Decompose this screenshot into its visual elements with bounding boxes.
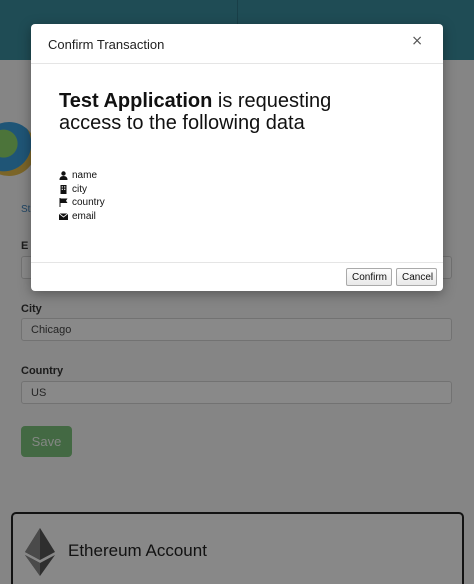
modal-header: Confirm Transaction × xyxy=(31,24,443,64)
requested-data-list: name city country email xyxy=(59,169,105,223)
list-item: email xyxy=(59,210,105,224)
cancel-button[interactable]: Cancel xyxy=(396,268,437,286)
modal-body: Test Application is requesting access to… xyxy=(31,65,443,262)
confirm-transaction-dialog: Confirm Transaction × Test Application i… xyxy=(31,24,443,291)
user-icon xyxy=(59,171,68,181)
building-icon xyxy=(59,184,68,194)
list-item-label: name xyxy=(72,170,98,181)
list-item: country xyxy=(59,196,105,210)
request-message: Test Application is requesting access to… xyxy=(59,90,389,134)
list-item-label: country xyxy=(72,197,105,208)
modal-footer: Confirm Cancel xyxy=(31,262,443,291)
list-item-label: city xyxy=(72,183,87,195)
confirm-button[interactable]: Confirm xyxy=(346,268,392,286)
close-button[interactable]: × xyxy=(411,34,423,48)
flag-icon xyxy=(59,198,68,208)
modal-title: Confirm Transaction xyxy=(48,37,165,52)
list-item: city xyxy=(59,183,105,197)
app-name: Test Application xyxy=(59,90,213,112)
envelope-icon xyxy=(59,212,68,221)
list-item-label: email xyxy=(72,210,96,222)
list-item: name xyxy=(59,169,105,183)
